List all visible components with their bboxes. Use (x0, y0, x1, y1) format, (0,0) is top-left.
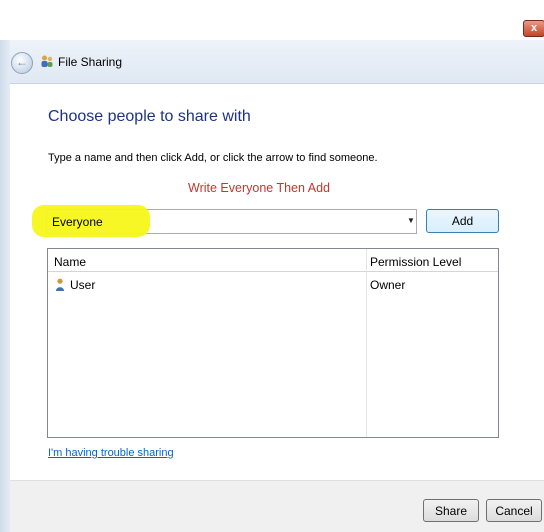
dropdown-arrow-icon[interactable]: ▼ (407, 216, 415, 225)
column-header-permission[interactable]: Permission Level (370, 255, 461, 269)
user-name: User (70, 278, 96, 292)
people-list: Name Permission Level User Owner (47, 248, 499, 438)
list-header: Name Permission Level (48, 249, 498, 272)
list-row-user[interactable]: User Owner (48, 275, 498, 295)
add-button[interactable]: Add (426, 209, 499, 233)
instruction-text: Type a name and then click Add, or click… (48, 152, 378, 164)
window-title: File Sharing (58, 55, 123, 69)
cancel-button[interactable]: Cancel (486, 499, 542, 522)
name-input-value[interactable]: Everyone (52, 215, 103, 229)
column-header-name[interactable]: Name (54, 255, 86, 269)
window-frame-left (0, 40, 10, 532)
trouble-sharing-link[interactable]: I'm having trouble sharing (48, 447, 174, 459)
people-icon (41, 55, 53, 67)
page-heading: Choose people to share with (48, 108, 251, 125)
annotation-text: Write Everyone Then Add (188, 181, 330, 195)
window-frame-top (0, 0, 544, 40)
back-button[interactable]: ← (11, 52, 33, 74)
user-icon (56, 278, 64, 291)
file-sharing-window: x ← File Sharing Choose people to share … (0, 0, 544, 532)
user-permission[interactable]: Owner (370, 278, 405, 292)
share-button[interactable]: Share (423, 499, 479, 522)
close-button[interactable]: x (523, 20, 544, 37)
